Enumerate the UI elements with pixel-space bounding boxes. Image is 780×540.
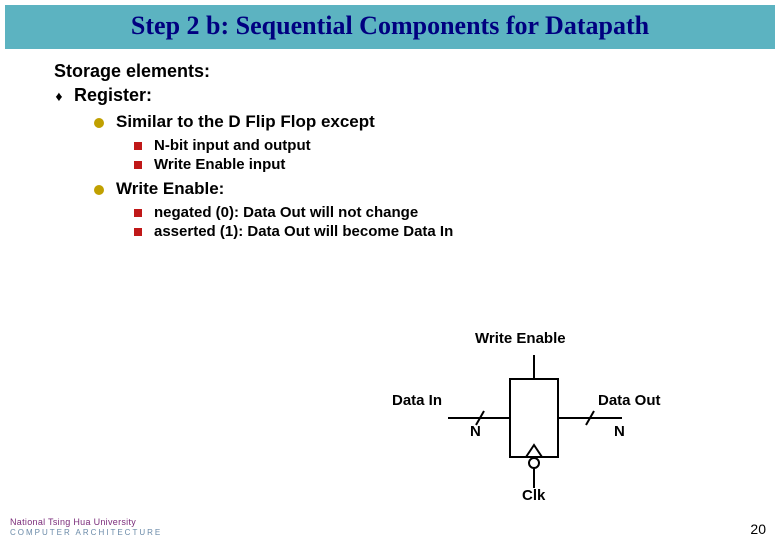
level3-group-1: N-bit input and output Write Enable inpu… xyxy=(134,137,780,173)
square-bullet-icon xyxy=(134,161,142,169)
bullet-text: asserted (1): Data Out will become Data … xyxy=(154,223,453,240)
square-bullet-icon xyxy=(134,209,142,217)
diagram-svg xyxy=(360,325,740,515)
bullet-text: negated (0): Data Out will not change xyxy=(154,204,418,221)
label-n-left: N xyxy=(470,423,481,440)
disc-bullet-icon xyxy=(94,118,104,128)
department-name: COMPUTER ARCHITECTURE xyxy=(10,528,162,537)
bullet-negated: negated (0): Data Out will not change xyxy=(134,204,780,221)
title-bar: Step 2 b: Sequential Components for Data… xyxy=(5,5,775,49)
level3-group-2: negated (0): Data Out will not change as… xyxy=(134,204,780,240)
bullet-text: Similar to the D Flip Flop except xyxy=(116,112,375,132)
disc-bullet-icon xyxy=(94,185,104,195)
page-number: 20 xyxy=(750,521,766,537)
bullet-nbit: N-bit input and output xyxy=(134,137,780,154)
bullet-text: N-bit input and output xyxy=(154,137,311,154)
slide: Step 2 b: Sequential Components for Data… xyxy=(0,5,780,540)
square-bullet-icon xyxy=(134,228,142,236)
content-area: Storage elements: ♦ Register: Similar to… xyxy=(54,61,780,240)
bullet-similar: Similar to the D Flip Flop except xyxy=(94,112,780,132)
university-name: National Tsing Hua University xyxy=(10,517,162,527)
label-n-right: N xyxy=(614,423,625,440)
register-diagram: Write Enable Data In Data Out N N Clk xyxy=(360,325,740,505)
label-data-in: Data In xyxy=(392,392,442,409)
section-heading: Storage elements: xyxy=(54,61,780,82)
label-clk: Clk xyxy=(522,487,545,504)
bullet-text: Write Enable: xyxy=(116,179,224,199)
bullet-asserted: asserted (1): Data Out will become Data … xyxy=(134,223,780,240)
bullet-register: ♦ Register: xyxy=(54,85,780,106)
level2-group-1: Similar to the D Flip Flop except N-bit … xyxy=(94,112,780,240)
square-bullet-icon xyxy=(134,142,142,150)
footer-logo: National Tsing Hua University COMPUTER A… xyxy=(10,517,162,537)
bullet-text: Register: xyxy=(74,85,152,106)
label-write-enable: Write Enable xyxy=(475,330,566,347)
slide-title: Step 2 b: Sequential Components for Data… xyxy=(15,11,765,41)
label-data-out: Data Out xyxy=(598,392,661,409)
diamond-bullet-icon: ♦ xyxy=(54,88,64,104)
bullet-we-input: Write Enable input xyxy=(134,156,780,173)
bullet-we-heading: Write Enable: xyxy=(94,179,780,199)
bullet-text: Write Enable input xyxy=(154,156,285,173)
